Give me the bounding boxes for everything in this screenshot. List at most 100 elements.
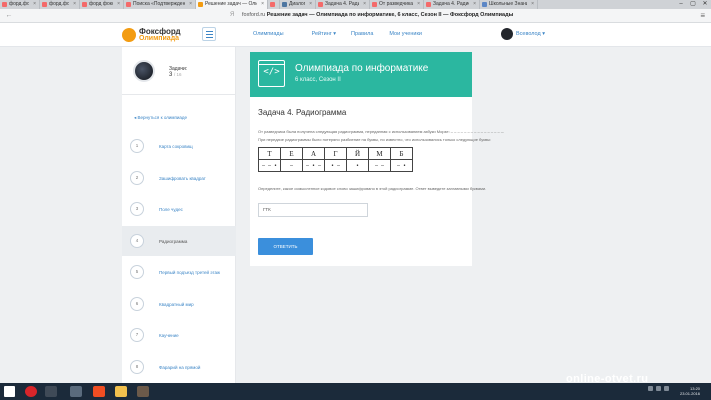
letter-cell: А <box>302 147 325 160</box>
game-icon[interactable] <box>70 386 82 397</box>
close-tab-icon[interactable]: × <box>531 0 534 9</box>
close-tab-icon[interactable]: × <box>117 0 120 9</box>
task-step-item[interactable]: 8 Фарарий на прямой <box>122 352 236 382</box>
avatar[interactable] <box>501 28 513 40</box>
browser-tab[interactable]: Поиска «Подтверждение п…× <box>124 0 196 9</box>
tab-title: форд фокс.ru — Яндекс.нас <box>89 1 113 7</box>
browser-tab[interactable]: Задача 4. Радиограмма От × <box>316 0 370 9</box>
close-tab-icon[interactable]: × <box>309 0 312 9</box>
step-number-badge: 4 <box>130 233 144 248</box>
task-paragraph-3: Определите, какое осмысленное кодовое сл… <box>258 186 487 191</box>
morse-row: – – • – – • – • – • – – – • <box>258 159 413 172</box>
browser-menu-icon[interactable]: ≡ <box>700 11 705 20</box>
favicon-icon <box>282 2 287 7</box>
close-tab-icon[interactable]: × <box>417 0 420 9</box>
tab-title: Задача 4. Радиограмма От <box>433 1 469 7</box>
step-name: Поле чудес <box>159 207 183 212</box>
browser-tab[interactable]: × <box>268 0 280 9</box>
menu-burger-button[interactable] <box>202 27 216 41</box>
tab-title: Задача 4. Радиограмма От <box>325 1 359 7</box>
task-step-item[interactable]: 7 Каучение <box>122 320 236 350</box>
browser-tab[interactable]: Задача 4. Радиограмма От × <box>424 0 480 9</box>
task-paragraph-1: От разведчика была получена следующая ра… <box>258 129 505 134</box>
code-icon-glyph: </> <box>263 67 280 77</box>
yandex-logo[interactable]: Я <box>230 12 234 18</box>
letters-row: Т Е А Г Й М Б <box>258 147 413 160</box>
browser-tab[interactable]: форд фокс.ru — Яндекс.нас × <box>80 0 124 9</box>
step-number-badge: 8 <box>130 359 144 374</box>
fox-logo-icon[interactable] <box>122 28 136 42</box>
opera-icon[interactable] <box>25 386 37 397</box>
task-sidebar: Задачи: 3 / 16 ◂ Вернуться к олимпиаде 1… <box>122 47 236 383</box>
letter-cell: Т <box>258 147 281 160</box>
watermark-text: online-otvet.ru <box>566 373 649 385</box>
banner-subtitle: 6 класс, Сезон II <box>295 77 341 83</box>
windows-start-icon[interactable] <box>4 386 15 397</box>
close-window-icon[interactable]: ✕ <box>699 0 711 9</box>
score-total: / 16 <box>174 72 182 77</box>
browser-tab[interactable]: От разведчика была получе× <box>370 0 424 9</box>
tab-title: Диалоги <box>289 1 305 7</box>
back-arrow-icon[interactable]: ← <box>4 11 14 21</box>
app-icon[interactable] <box>137 386 149 397</box>
clock-date: 23.01.2016 <box>680 391 701 396</box>
task-paragraph-2: При передаче радиограммы было потеряно р… <box>258 137 492 142</box>
step-name: Радиограмма <box>159 238 188 244</box>
network-icon[interactable] <box>648 386 653 391</box>
nav-rating[interactable]: Рейтинг ▾ <box>312 31 336 37</box>
favicon-icon <box>126 2 131 7</box>
task-step-item[interactable]: 5 Первый подъезд третей этаж <box>122 257 236 287</box>
close-tab-icon[interactable]: × <box>189 0 192 9</box>
logo-subtitle: Олимпиада <box>139 35 180 42</box>
browser-tab[interactable]: Школьные Знания.com - Р… × <box>480 0 538 9</box>
task-step-item[interactable]: 3 Поле чудес <box>122 194 236 224</box>
browser-tab[interactable]: Решение задач — Олим × <box>196 0 268 9</box>
favicon-icon <box>82 2 87 7</box>
letter-cell: М <box>368 147 391 160</box>
task-step-item[interactable]: 4 Радиограмма <box>122 225 236 256</box>
morse-cell: • – <box>324 159 347 172</box>
window-controls: – ▢ ✕ <box>675 0 711 9</box>
system-clock[interactable]: 13:20 23.01.2016 <box>680 386 700 396</box>
address-bar: ← Я foxford.ru Решение задач — Олимпиада… <box>0 9 711 23</box>
user-menu[interactable]: Всеволод ▾ <box>501 28 545 40</box>
browser-tab[interactable]: форд.фокс.ru — Яндекс.ню × <box>0 0 40 9</box>
favicon-icon <box>426 2 431 7</box>
close-tab-icon[interactable]: × <box>73 0 76 9</box>
user-name[interactable]: Всеволод ▾ <box>516 31 545 37</box>
browser-tab[interactable]: Диалоги × <box>280 0 316 9</box>
steam-icon[interactable] <box>45 386 57 397</box>
url-title: Решение задач — Олимпиада по информатике… <box>266 12 514 18</box>
tab-title: Школьные Знания.com - Р… <box>489 1 527 7</box>
task-step-item[interactable]: 2 Зашифровать квадрат <box>122 163 236 193</box>
tab-title: форд.фокс.ru — Яндекс.ню <box>49 1 69 7</box>
morse-cell: – <box>280 159 303 172</box>
morse-cell: – • – <box>302 159 325 172</box>
minimize-icon[interactable]: – <box>675 0 687 9</box>
volume-icon[interactable] <box>656 386 661 391</box>
step-number-badge: 1 <box>130 139 144 153</box>
nav-olympiads[interactable]: Олимпиады <box>253 31 284 37</box>
maximize-icon[interactable]: ▢ <box>687 0 699 9</box>
nav-rules[interactable]: Правила <box>351 31 373 37</box>
language-icon[interactable] <box>664 386 669 391</box>
morse-cell: – – <box>368 159 391 172</box>
url-field[interactable]: foxford.ru Решение задач — Олимпиада по … <box>242 12 513 18</box>
browser-tab[interactable]: форд.фокс.ru — Яндекс.ню × <box>40 0 80 9</box>
yandex-browser-icon[interactable] <box>93 386 105 397</box>
file-explorer-icon[interactable] <box>115 386 127 397</box>
close-tab-icon[interactable]: × <box>33 0 36 9</box>
close-tab-icon[interactable]: × <box>261 0 264 9</box>
close-tab-icon[interactable]: × <box>363 0 366 9</box>
back-to-olympiad-link[interactable]: ◂ Вернуться к олимпиаде <box>134 115 187 121</box>
tab-title: форд.фокс.ru — Яндекс.ню <box>9 1 29 7</box>
answer-input[interactable]: ГТК <box>258 203 368 217</box>
nav-my-students[interactable]: Мои ученики <box>389 31 422 37</box>
submit-answer-button[interactable]: ОТВЕТИТЬ <box>258 238 313 255</box>
step-number-badge: 6 <box>130 296 144 311</box>
close-tab-icon[interactable]: × <box>473 0 476 9</box>
banner-title: Олимпиада по информатике <box>295 63 429 74</box>
task-step-item[interactable]: 6 Квадратный мир <box>122 289 236 319</box>
task-step-item[interactable]: 1 Карта сокровищ <box>122 131 236 161</box>
step-name: Квадратный мир <box>159 301 194 307</box>
